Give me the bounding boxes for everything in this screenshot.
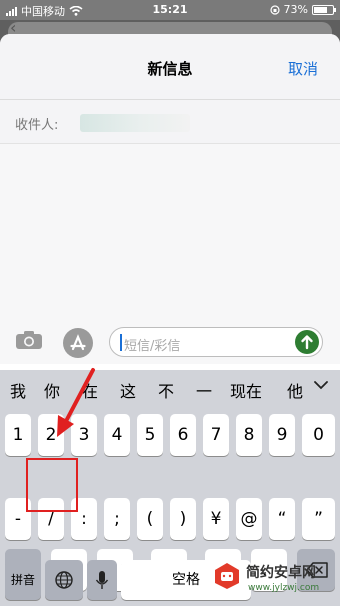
- status-right: 73%: [269, 3, 336, 16]
- battery-percent: 73%: [283, 3, 308, 16]
- watermark: 简约安卓网 www.jylzwj.com: [212, 556, 340, 606]
- annotation-overlay: [0, 336, 340, 572]
- highlight-box: [26, 458, 78, 512]
- message-thread-area: [0, 144, 340, 324]
- watermark-url: www.jylzwj.com: [248, 583, 320, 593]
- recipient-row[interactable]: 收件人:: [0, 100, 340, 144]
- recipient-label: 收件人:: [15, 118, 59, 133]
- recipient-field[interactable]: [80, 114, 190, 132]
- battery-icon: [312, 4, 336, 15]
- watermark-name: 简约安卓网: [246, 565, 316, 581]
- watermark-logo-icon: [215, 563, 239, 589]
- status-bar: 中国移动 15:21 73%: [0, 0, 340, 20]
- nav-bar: 新信息 取消: [0, 34, 340, 100]
- orientation-lock-icon: [269, 4, 280, 15]
- cancel-button[interactable]: 取消: [288, 58, 318, 79]
